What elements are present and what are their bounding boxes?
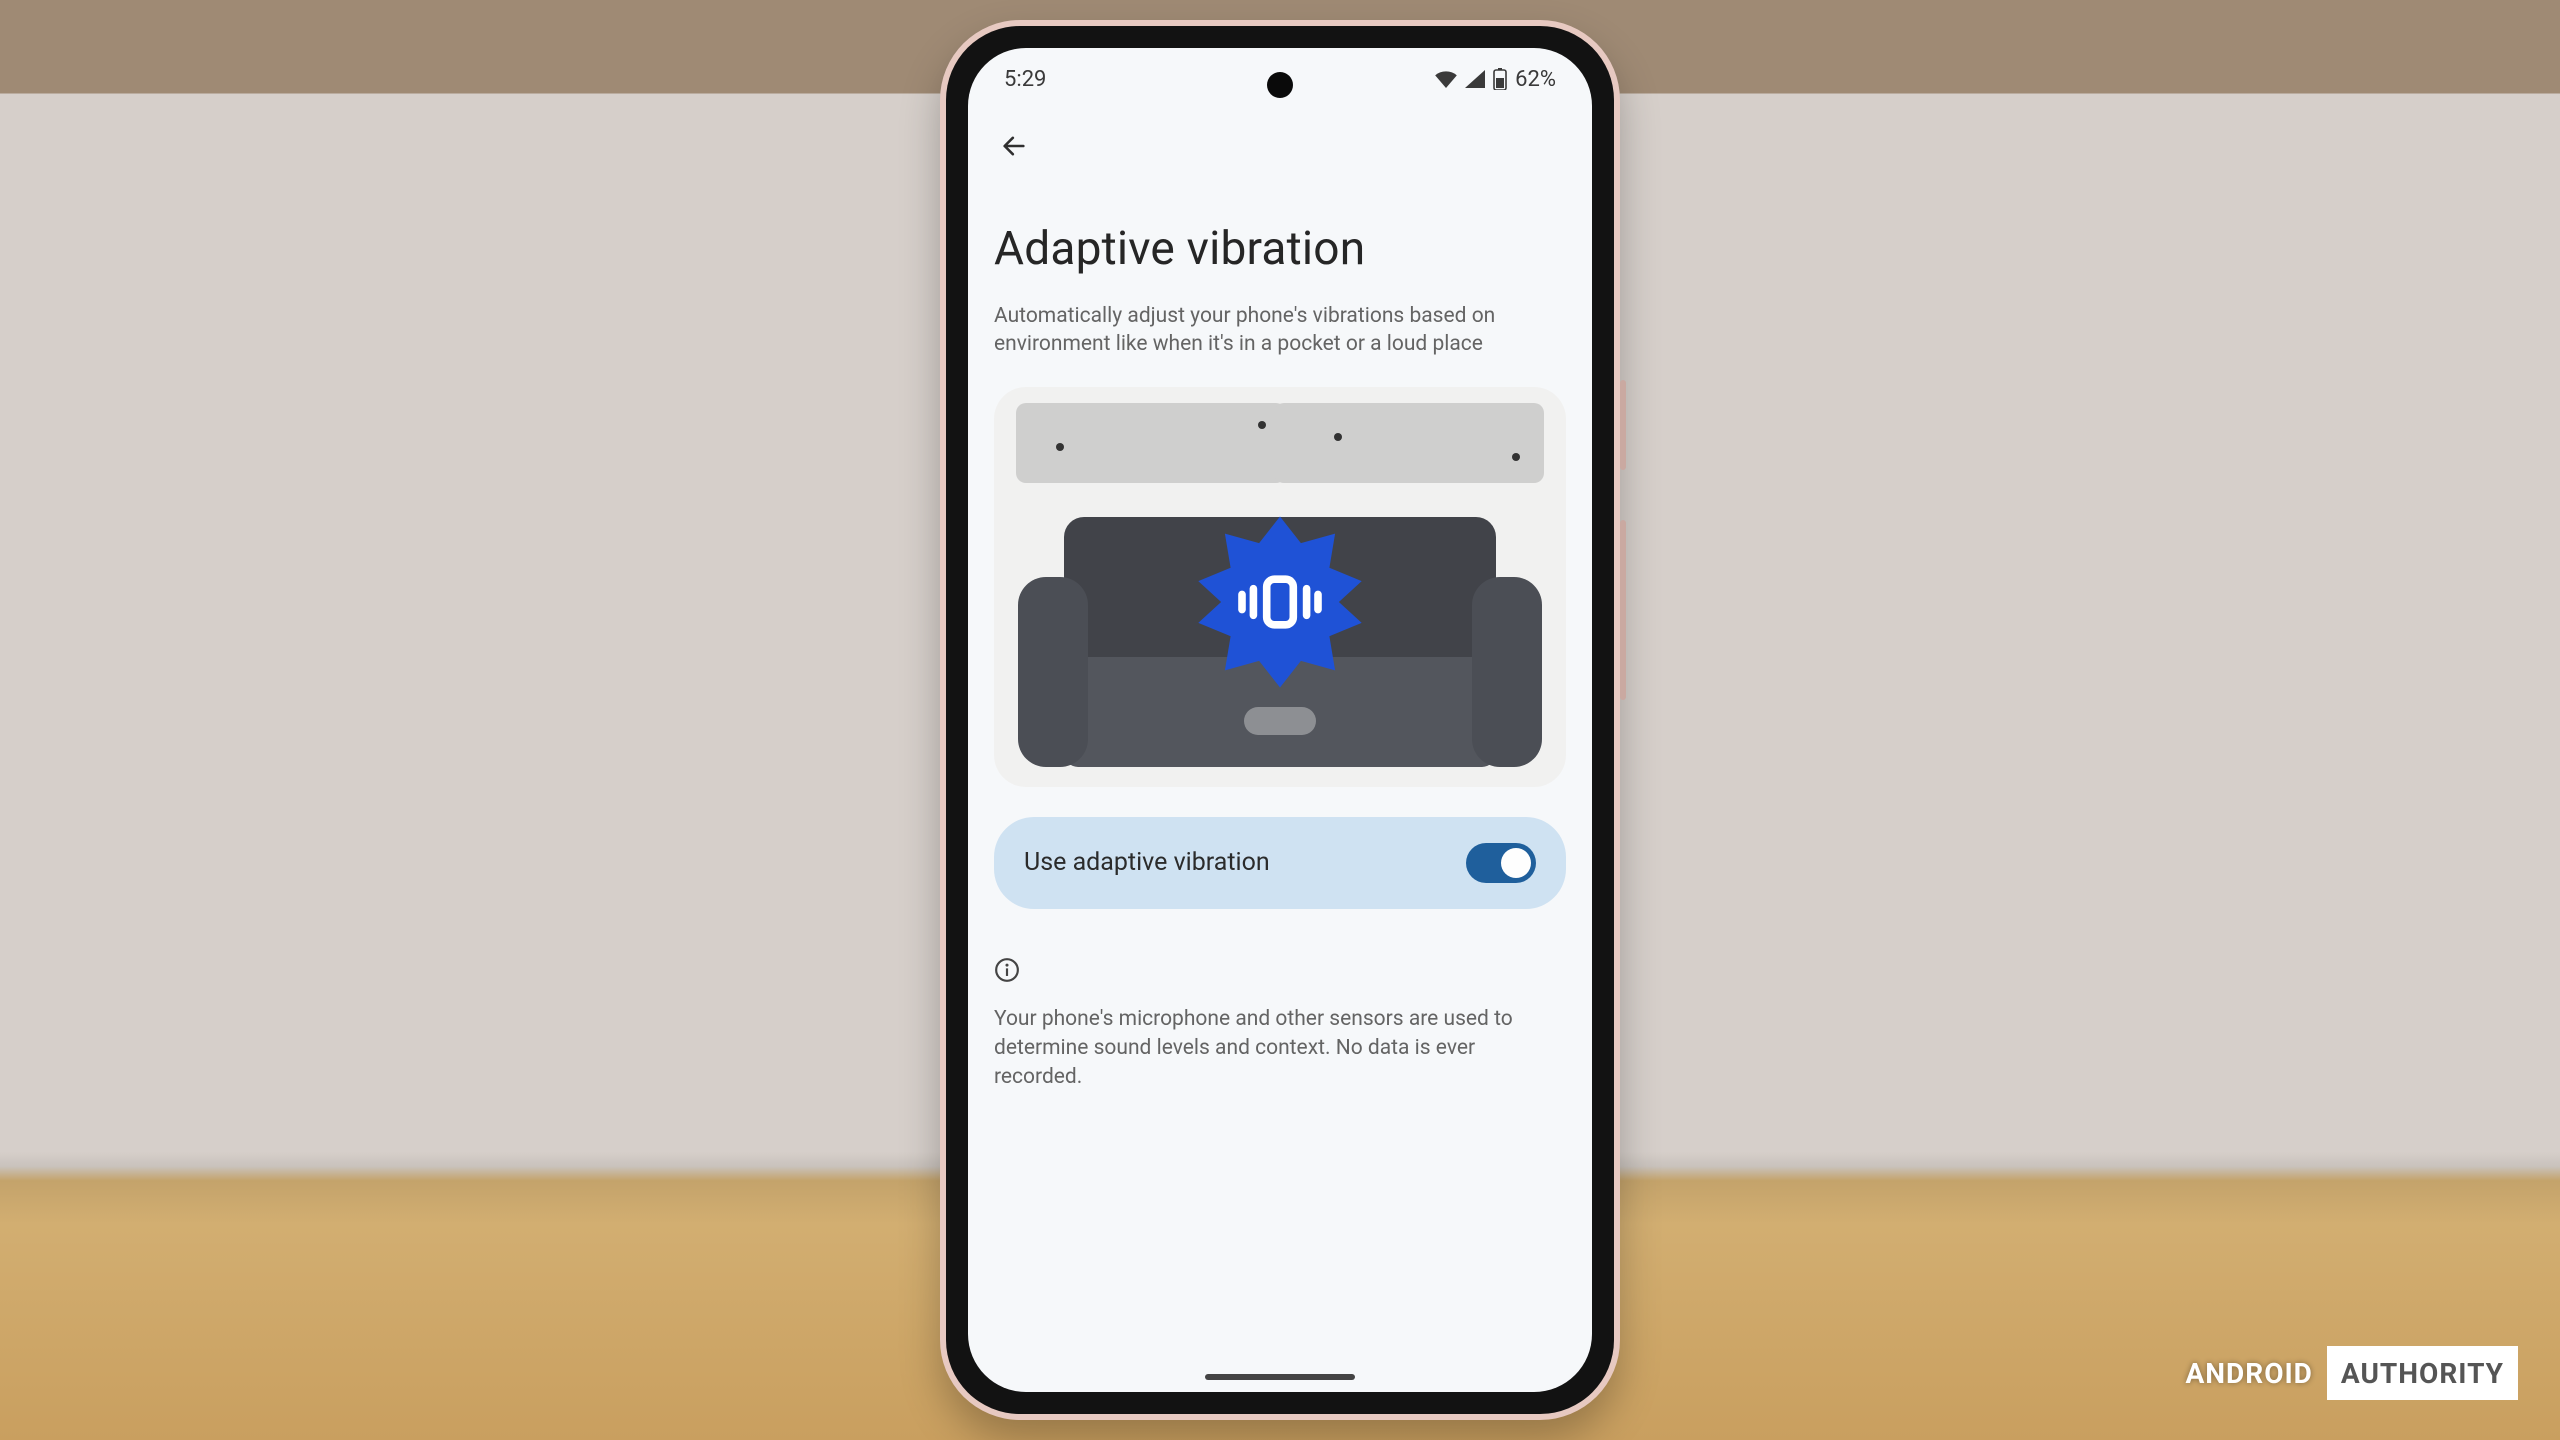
cellular-icon: [1465, 70, 1485, 88]
info-section: Your phone's microphone and other sensor…: [994, 957, 1566, 1093]
watermark: ANDROID AUTHORITY: [2171, 1346, 2518, 1400]
phone-side-button: [1620, 380, 1626, 470]
back-button[interactable]: [994, 126, 1034, 166]
watermark-left: ANDROID: [2171, 1346, 2326, 1400]
illustration-remote: [1244, 707, 1316, 735]
feature-illustration: [994, 387, 1566, 787]
nav-gesture-handle[interactable]: [1205, 1374, 1355, 1380]
adaptive-vibration-toggle-row[interactable]: Use adaptive vibration: [994, 817, 1566, 909]
status-bar: 5:29: [968, 48, 1592, 110]
wifi-icon: [1435, 70, 1457, 88]
page-description: Automatically adjust your phone's vibrat…: [994, 302, 1554, 359]
phone-bezel: 5:29: [946, 26, 1614, 1414]
toggle-switch-knob: [1501, 848, 1531, 878]
illustration-wall-art: [1274, 403, 1544, 483]
back-arrow-icon: [1000, 132, 1028, 160]
status-battery-text: 62%: [1515, 67, 1556, 92]
phone-side-button: [1620, 520, 1626, 700]
page-title: Adaptive vibration: [994, 222, 1566, 276]
battery-icon: [1493, 68, 1507, 90]
toggle-label: Use adaptive vibration: [1024, 848, 1270, 877]
toggle-switch[interactable]: [1466, 843, 1536, 883]
phone-screen: 5:29: [968, 48, 1592, 1392]
settings-app: Adaptive vibration Automatically adjust …: [968, 110, 1592, 1392]
watermark-right: AUTHORITY: [2327, 1346, 2518, 1400]
info-text: Your phone's microphone and other sensor…: [994, 1005, 1554, 1093]
phone-device: 5:29: [940, 20, 1620, 1420]
illustration-wall-art: [1016, 403, 1286, 483]
status-time: 5:29: [1004, 67, 1046, 92]
info-icon: [994, 968, 1020, 987]
photo-scene: 5:29: [0, 0, 2560, 1440]
vibration-burst-icon: [1185, 507, 1375, 697]
